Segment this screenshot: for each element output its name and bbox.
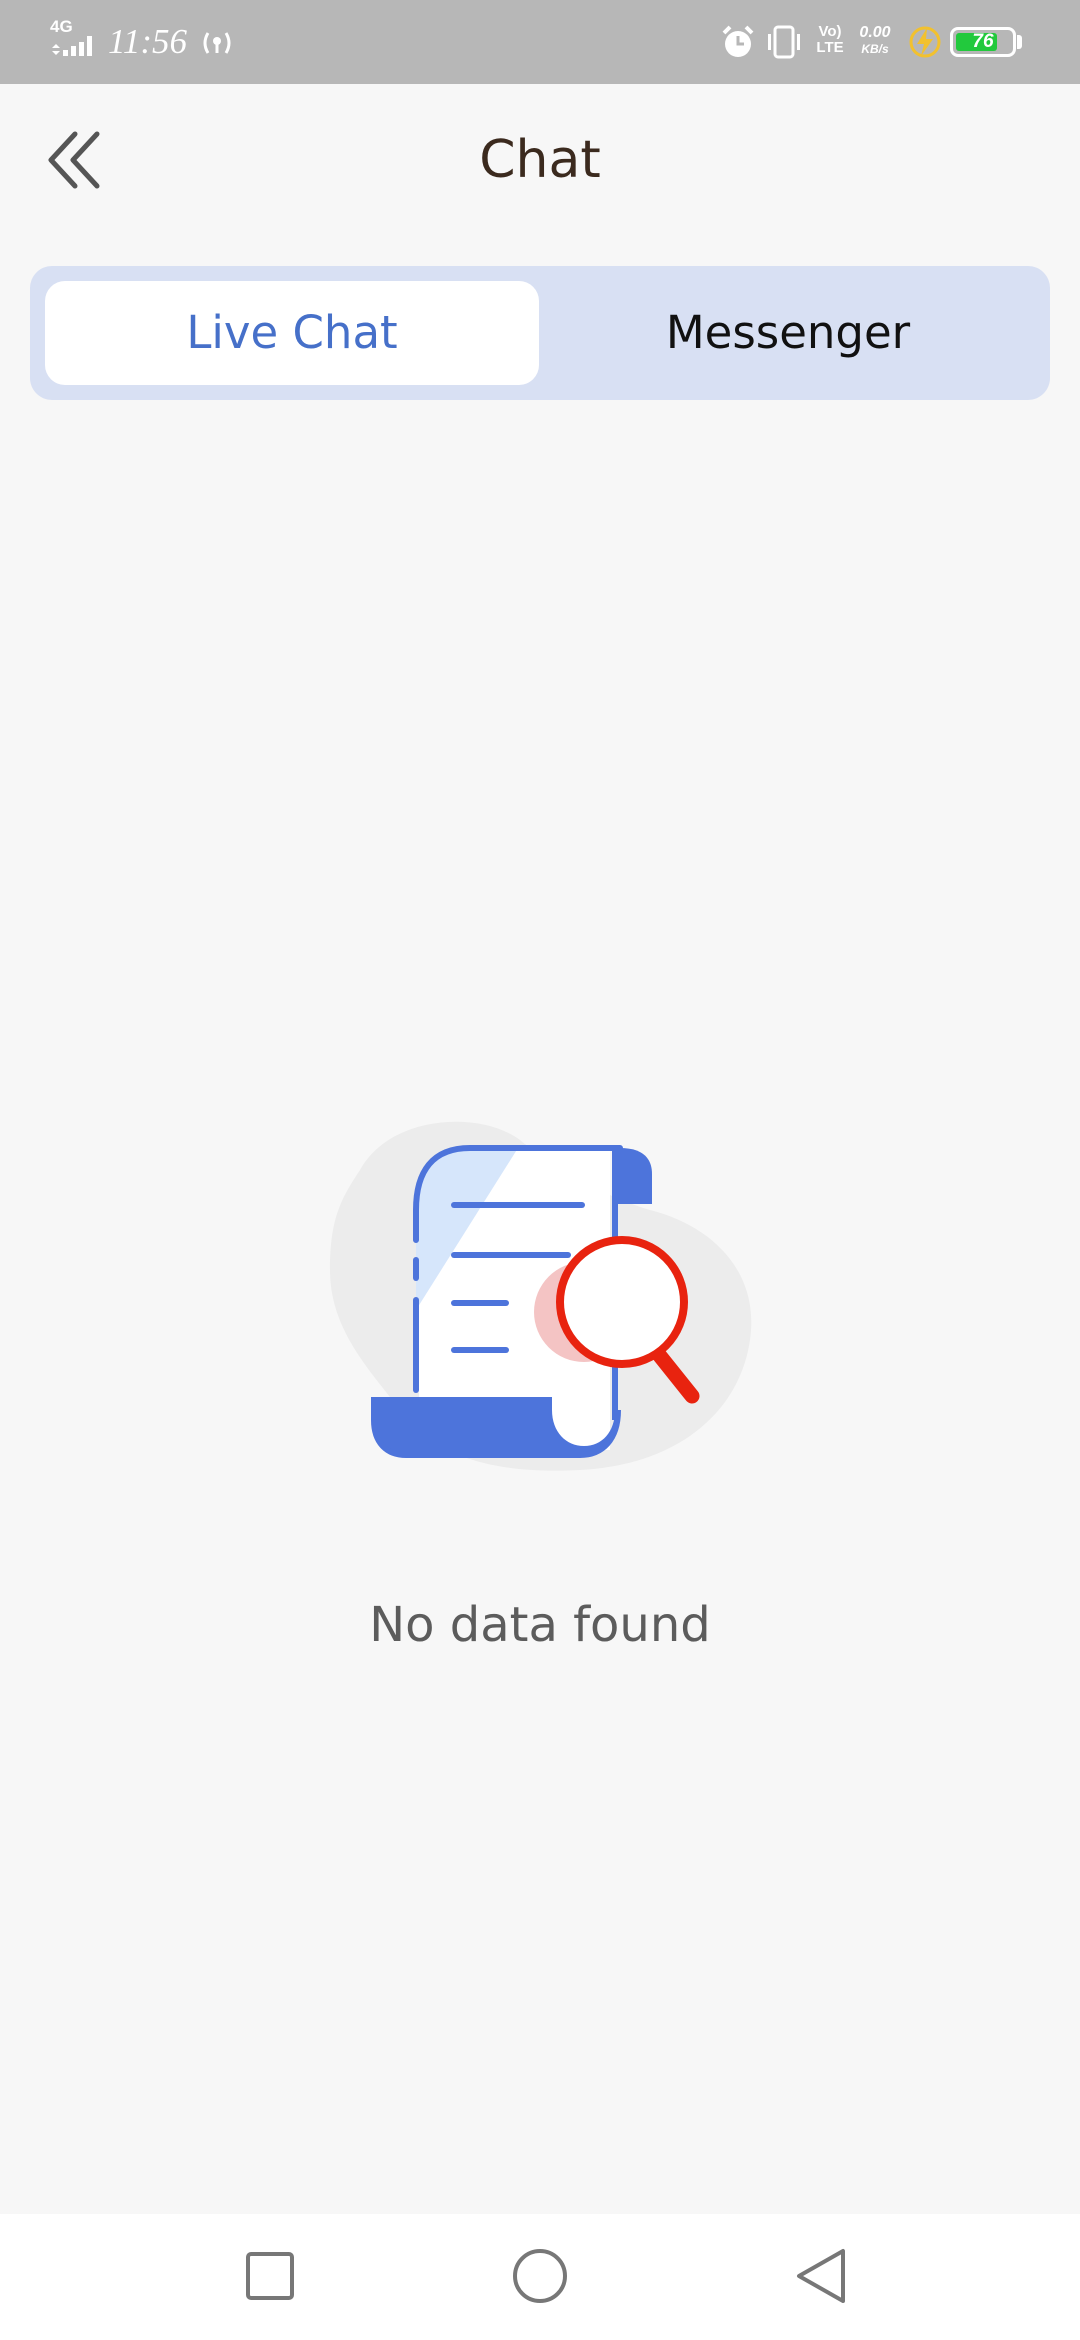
back-button[interactable] <box>40 120 110 200</box>
signal-icon <box>52 36 92 56</box>
recent-apps-button[interactable] <box>230 2236 310 2316</box>
hotspot-icon <box>203 32 231 54</box>
network-speed: 0.00 KB/s <box>859 24 891 56</box>
tab-live-chat[interactable]: Live Chat <box>45 281 539 385</box>
chat-type-tabs: Live Chat Messenger <box>30 266 1050 400</box>
system-back-button[interactable] <box>782 2236 862 2316</box>
home-button[interactable] <box>500 2236 580 2316</box>
system-navigation-bar <box>0 2214 1080 2340</box>
home-icon <box>513 2249 567 2303</box>
recent-apps-icon <box>246 2252 294 2300</box>
back-icon <box>797 2249 845 2303</box>
document-search-illustration <box>330 1121 752 1471</box>
alarm-icon <box>722 25 754 57</box>
battery-icon: 76 <box>950 27 1016 57</box>
vibrate-icon <box>768 25 800 59</box>
status-time: 11:56 <box>108 22 188 61</box>
battery-tip <box>1017 35 1022 49</box>
empty-state-message: No data found <box>369 1597 711 1653</box>
status-bar: 4G 11:56 Vo) LTE 0.00 KB/s 76 <box>0 0 1080 84</box>
page-title: Chat <box>479 130 601 190</box>
tab-messenger[interactable]: Messenger <box>541 281 1035 385</box>
double-chevron-left-icon <box>48 131 100 189</box>
volte-indicator: Vo) LTE <box>816 23 844 56</box>
charging-icon <box>909 26 941 58</box>
battery-level: 76 <box>972 31 994 52</box>
